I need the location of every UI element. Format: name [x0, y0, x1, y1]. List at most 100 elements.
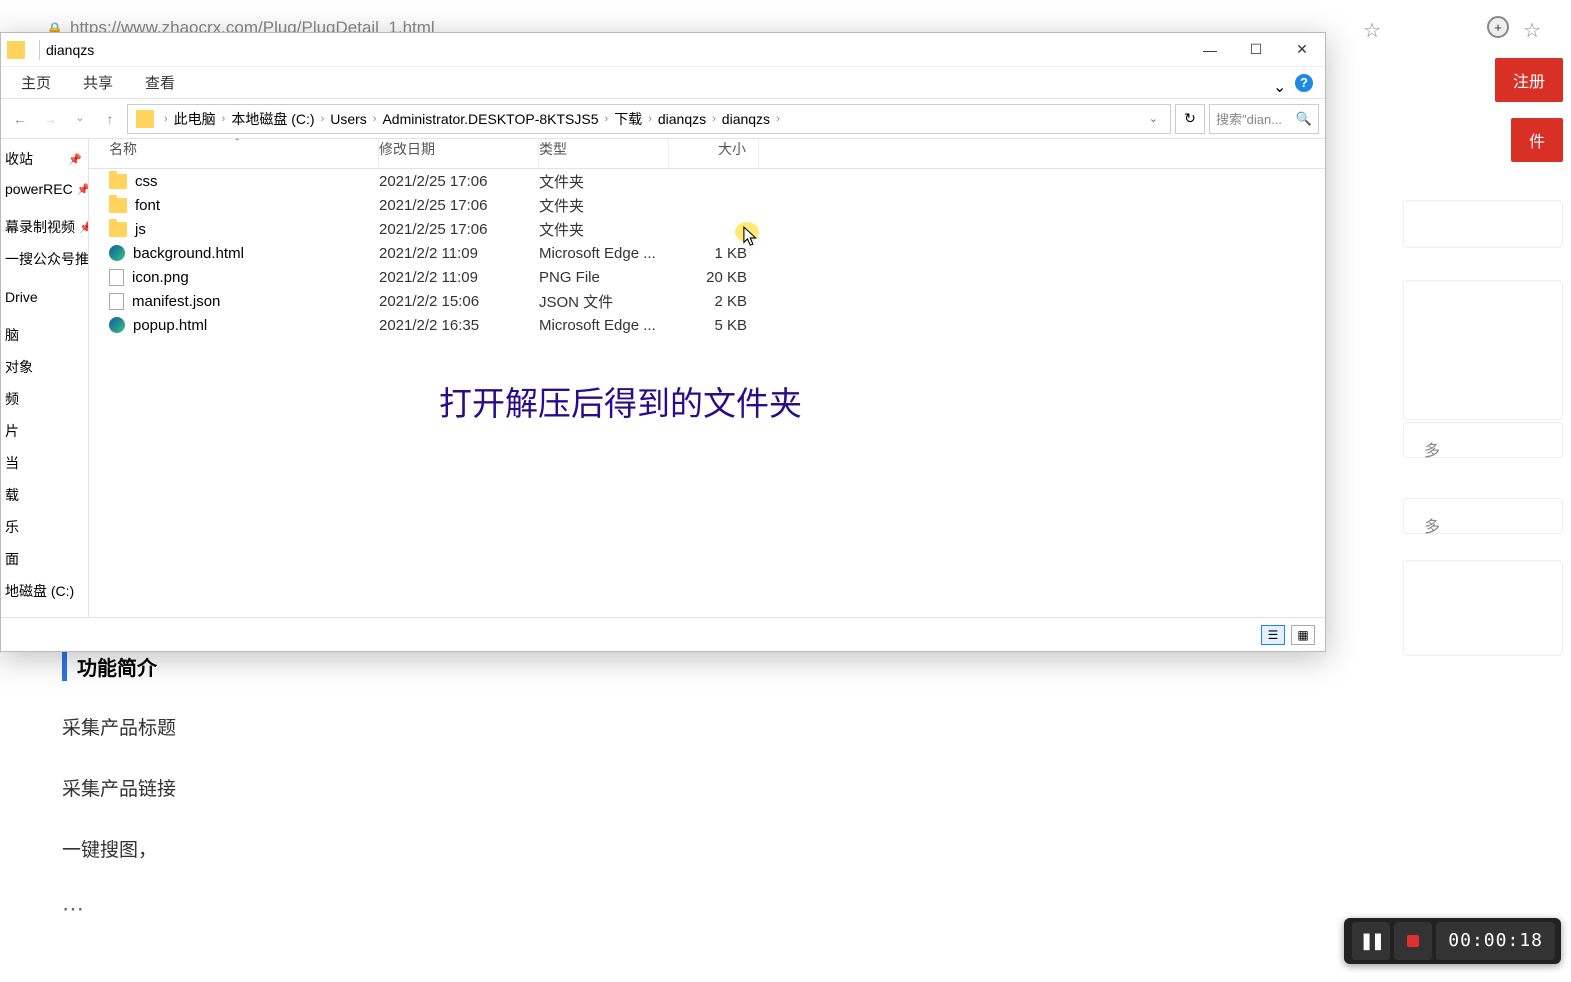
file-date: 2021/2/25 17:06 [379, 221, 539, 238]
folder-icon [109, 222, 127, 237]
file-explorer-window: dianqzs — ☐ ✕ 主页 共享 查看 ⌄ ? ← → ⌄ ↑ › 此电脑… [0, 32, 1326, 652]
address-bar: ← → ⌄ ↑ › 此电脑 › 本地磁盘 (C:) › Users › Admi… [1, 99, 1325, 139]
nav-item[interactable]: 片 [1, 415, 88, 447]
chevron-right-icon[interactable]: › [164, 113, 168, 125]
nav-item[interactable]: Drive [1, 283, 88, 311]
action-button[interactable]: 件 [1511, 118, 1563, 162]
nav-item[interactable]: 载 [1, 479, 88, 511]
file-name: icon.png [132, 269, 189, 286]
file-type: PNG File [539, 269, 669, 286]
file-list-pane[interactable]: 名称⌃ 修改日期 类型 大小 css2021/2/25 17:06文件夹font… [89, 139, 1325, 617]
favorite-icon[interactable]: ☆ [1363, 18, 1381, 43]
up-button[interactable]: ↑ [97, 106, 123, 132]
nav-item[interactable]: 当 [1, 447, 88, 479]
breadcrumb-segment[interactable]: dianqzs [658, 111, 706, 127]
breadcrumb-bar[interactable]: › 此电脑 › 本地磁盘 (C:) › Users › Administrato… [127, 104, 1171, 134]
status-bar: ☰ ▦ [1, 617, 1325, 651]
pause-button[interactable]: ❚❚ [1352, 922, 1390, 960]
navigation-pane[interactable]: 收站📌powerREC📌 幕录制视频📌一搜公众号推 Drive 脑对象频片当载乐面地磁… [1, 139, 89, 617]
nav-item [1, 311, 88, 319]
icons-view-button[interactable]: ▦ [1291, 625, 1315, 645]
screen-recorder-toolbar[interactable]: ❚❚ 00:00:18 [1344, 918, 1561, 964]
chevron-right-icon[interactable]: › [222, 113, 226, 125]
tab-share[interactable]: 共享 [67, 66, 129, 99]
file-row[interactable]: manifest.json2021/2/2 15:06JSON 文件2 KB [89, 289, 1325, 313]
column-name[interactable]: 名称⌃ [89, 139, 379, 168]
file-type: 文件夹 [539, 171, 669, 192]
chevron-down-icon[interactable]: ⌄ [1273, 77, 1285, 89]
edge-icon [109, 317, 125, 333]
sort-asc-icon: ⌃ [234, 137, 242, 148]
nav-item[interactable]: 一搜公众号推 [1, 243, 88, 275]
file-type: 文件夹 [539, 195, 669, 216]
chevron-right-icon[interactable]: › [712, 113, 716, 125]
edge-icon [109, 245, 125, 261]
recent-dropdown[interactable]: ⌄ [67, 106, 93, 132]
pin-icon: 📌 [68, 153, 82, 166]
chevron-right-icon[interactable]: › [373, 113, 377, 125]
file-row[interactable]: js2021/2/25 17:06文件夹 [89, 217, 1325, 241]
breadcrumb-segment[interactable]: Users [330, 111, 367, 127]
file-size: 1 KB [669, 245, 759, 262]
nav-item[interactable]: 频 [1, 383, 88, 415]
side-card-1 [1403, 200, 1563, 248]
minimize-button[interactable]: — [1187, 35, 1233, 65]
tab-view[interactable]: 查看 [129, 66, 191, 99]
nav-item[interactable]: 乐 [1, 511, 88, 543]
pin-icon: 📌 [79, 221, 89, 234]
maximize-button[interactable]: ☐ [1233, 35, 1279, 65]
tab-home[interactable]: 主页 [5, 66, 67, 99]
forward-button[interactable]: → [37, 106, 63, 132]
nav-item[interactable]: 面 [1, 543, 88, 575]
file-name: popup.html [133, 317, 207, 334]
nav-item[interactable]: 地磁盘 (C:) [1, 575, 88, 607]
chevron-down-icon[interactable]: ⌄ [1141, 112, 1166, 125]
nav-item[interactable]: 幕录制视频📌 [1, 211, 88, 243]
chevron-right-icon[interactable]: › [648, 113, 652, 125]
file-size: 2 KB [669, 293, 759, 310]
nav-item[interactable]: powerREC📌 [1, 175, 88, 203]
side-card-more-2[interactable]: 多 [1403, 498, 1563, 534]
chevron-right-icon[interactable]: › [605, 113, 609, 125]
chevron-right-icon[interactable]: › [776, 113, 780, 125]
breadcrumb-segment[interactable]: Administrator.DESKTOP-8KTSJS5 [382, 111, 598, 127]
file-row[interactable]: font2021/2/25 17:06文件夹 [89, 193, 1325, 217]
nav-item[interactable]: 脑 [1, 319, 88, 351]
side-card-2 [1403, 280, 1563, 420]
file-row[interactable]: css2021/2/25 17:06文件夹 [89, 169, 1325, 193]
column-date[interactable]: 修改日期 [379, 139, 539, 168]
help-icon[interactable]: ? [1295, 74, 1313, 92]
add-extension-icon[interactable]: + [1487, 16, 1509, 38]
nav-item[interactable]: 对象 [1, 351, 88, 383]
breadcrumb-segment[interactable]: dianqzs [722, 111, 770, 127]
breadcrumb-segment[interactable]: 本地磁盘 (C:) [231, 109, 314, 129]
chevron-right-icon[interactable]: › [321, 113, 325, 125]
file-row[interactable]: popup.html2021/2/2 16:35Microsoft Edge .… [89, 313, 1325, 337]
breadcrumb-segment[interactable]: 下载 [614, 109, 642, 129]
title-bar[interactable]: dianqzs — ☐ ✕ [1, 33, 1325, 67]
file-row[interactable]: icon.png2021/2/2 11:09PNG File20 KB [89, 265, 1325, 289]
stop-button[interactable] [1394, 922, 1432, 960]
feature-line: 采集产品标题 [62, 713, 1391, 740]
file-type: Microsoft Edge ... [539, 245, 669, 262]
details-view-button[interactable]: ☰ [1261, 625, 1285, 645]
collections-icon[interactable]: ☆ [1523, 18, 1541, 43]
column-type[interactable]: 类型 [539, 139, 669, 168]
separator [39, 40, 40, 60]
search-icon[interactable]: 🔍 [1296, 111, 1312, 127]
breadcrumb-segment[interactable]: 此电脑 [174, 109, 216, 129]
folder-icon [7, 41, 25, 59]
column-size[interactable]: 大小 [669, 139, 759, 168]
column-headers: 名称⌃ 修改日期 类型 大小 [89, 139, 1325, 169]
back-button[interactable]: ← [7, 106, 33, 132]
refresh-button[interactable]: ↻ [1175, 104, 1205, 134]
file-size: 5 KB [669, 317, 759, 334]
nav-item[interactable]: 收站📌 [1, 143, 88, 175]
register-button[interactable]: 注册 [1495, 58, 1563, 102]
search-placeholder: 搜索"dian... [1216, 109, 1282, 128]
file-row[interactable]: background.html2021/2/2 11:09Microsoft E… [89, 241, 1325, 265]
side-card-more-1[interactable]: 多 [1403, 422, 1563, 458]
search-input[interactable]: 搜索"dian... 🔍 [1209, 104, 1319, 134]
webpage-content: 功能简介 采集产品标题 采集产品链接 一键搜图， ⋯ [62, 652, 1391, 922]
close-button[interactable]: ✕ [1279, 35, 1325, 65]
